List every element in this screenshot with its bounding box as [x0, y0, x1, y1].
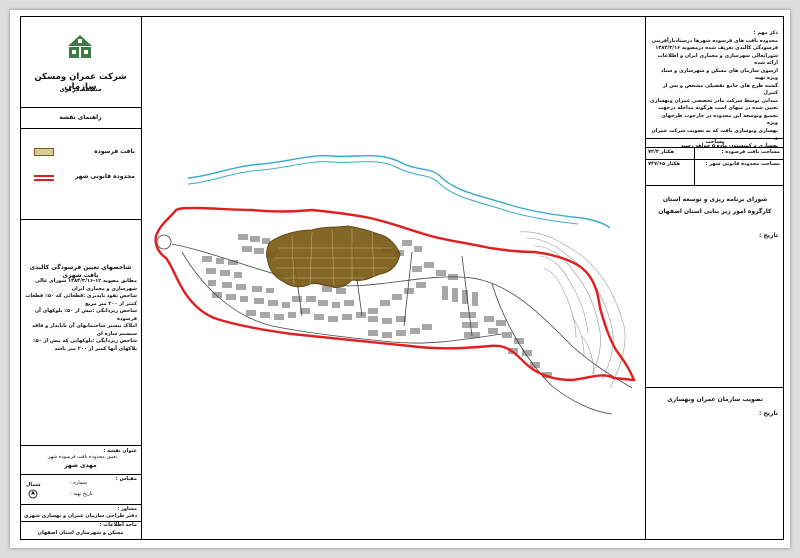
legend-item-boundary: محدوده قانونی شهر [74, 173, 135, 180]
map-canvas [142, 16, 646, 540]
criteria-text: مطابق مصوبه ۱۲-۱۳۸۴/۳/۱۶ شورای عالی شهرس… [24, 278, 137, 353]
city-name: مهدی شهر [64, 462, 97, 469]
worn-fabric-swatch [34, 148, 54, 156]
area-title: مساحت [705, 139, 725, 145]
ratify-date-label: تاریخ : [758, 410, 778, 417]
criteria-line: شاخص نفوذ ناپذیری :قطعاتی که ۵۰٪ قطعات ک… [25, 293, 137, 307]
approval-date-label: تاریخ : [758, 232, 778, 239]
right-panel: ذکر مهم : محدوده بافت های فرسوده شهرها د… [646, 16, 784, 540]
legend-section: راهنمای نقشه بافت فرسوده محدوده قانونی ش… [20, 108, 141, 220]
notes-line: ازسوی سازمان های مسکن و شهرسازی و ستاد و… [660, 67, 778, 82]
notes-line: محدوده بافت های فرسوده شهرها درستادبازآف… [651, 37, 778, 44]
criteria-line: شاخص ریزدانگی :بیش از ۵۰٪ بلوکهای آن فرس… [34, 308, 137, 322]
company-section: شرکت عمران ومسکن سازمان منطقه مرکزی [20, 16, 141, 108]
project-line: تعیین محدوده بافت فرسوده شهر [47, 454, 117, 460]
ratify-section: تصویب سازمان عمران وبهسازی تاریخ : [646, 388, 784, 540]
number-label: شماره : [70, 480, 87, 486]
notes-line: تعیین شده در منهای است هرگونه مداخله درج… [657, 105, 778, 111]
notes-line: شورایعالی شهرسازی و معماری ایران و اطلاع… [657, 52, 778, 67]
title-block: عنوان نقشه : تعیین محدوده بافت فرسوده شه… [20, 446, 141, 540]
approval-section: شورای برنامه ریزی و توسعه استان کارگروه … [646, 186, 784, 388]
criteria-line: شاخص ریزدانگی :بلوکهایی که بیش از ۵۰٪ پل… [32, 338, 137, 352]
notes-line: میدانی توسط شرکت مادر تخصصی عمران وبهساز… [649, 97, 778, 104]
worn-fabric-area [266, 225, 401, 289]
ratify-line: تصویب سازمان عمران وبهسازی [667, 396, 763, 403]
company-logo-icon [68, 35, 92, 58]
notes-line: تجمیع وتوسعه این محدوده در چارچوب طرحهای… [661, 112, 778, 127]
criteria-line: مطابق مصوبه ۱۲-۱۳۸۴/۳/۱۶ شورای عالی شهرس… [35, 278, 137, 292]
company-branch: منطقه مرکزی [59, 86, 102, 93]
city-boundary-swatch [34, 175, 54, 181]
notes-line: گشته طرح های جامع تفصیلی مشخص و پس از کن… [662, 82, 778, 97]
approval-line-1: شورای برنامه ریزی و توسعه استان [662, 196, 768, 203]
area-city-value: هکتار ۷۴۷/۶۵ [648, 161, 681, 167]
notes-line: فرسودگی کالبدی تعریف شده درمصوبه ۱۳۸۴/۳/… [655, 45, 778, 51]
client-label: مأخذ اطلاعات : [99, 522, 137, 528]
notes-heading: ذکر مهم : [753, 30, 778, 36]
area-worn-label: مساحت بافت فرسوده : [721, 149, 780, 155]
legend-item-worn: بافت فرسوده [94, 148, 135, 155]
consultant-name: دفتر طراحی سازمان عمران و بهسازی شهری [23, 513, 138, 519]
notes-text: ذکر مهم : محدوده بافت های فرسوده شهرها د… [650, 30, 778, 150]
notes-section: ذکر مهم : محدوده بافت های فرسوده شهرها د… [646, 16, 784, 186]
roads [171, 241, 633, 415]
scale-label: مقیاس : [115, 476, 137, 482]
criteria-section: شاخصهای تعیین فرسودگی کالبدی بافت شهری م… [20, 220, 141, 446]
left-panel: شرکت عمران ومسکن سازمان منطقه مرکزی راهن… [20, 16, 142, 540]
criteria-line: املاک بیشتر ساختمانهای آن ناپایدار و فاق… [32, 323, 137, 337]
area-city-label: مساحت محدوده قانونی شهر : [705, 161, 780, 167]
approval-line-2: کارگروه امور زیر بنایی استان اصفهان [658, 208, 772, 215]
client-name: مسکن و شهرسازی استان اصفهان [37, 530, 124, 536]
river-line [187, 154, 611, 229]
north-arrow-icon [28, 489, 38, 499]
river-line [187, 161, 579, 225]
date-label: تاریخ تهیه : [70, 491, 93, 497]
area-worn-value: هکتار ۷۲/۲ [648, 149, 674, 155]
west-roundabout [156, 234, 172, 250]
legend-title: راهنمای نقشه [59, 114, 102, 121]
city-map [154, 154, 636, 415]
